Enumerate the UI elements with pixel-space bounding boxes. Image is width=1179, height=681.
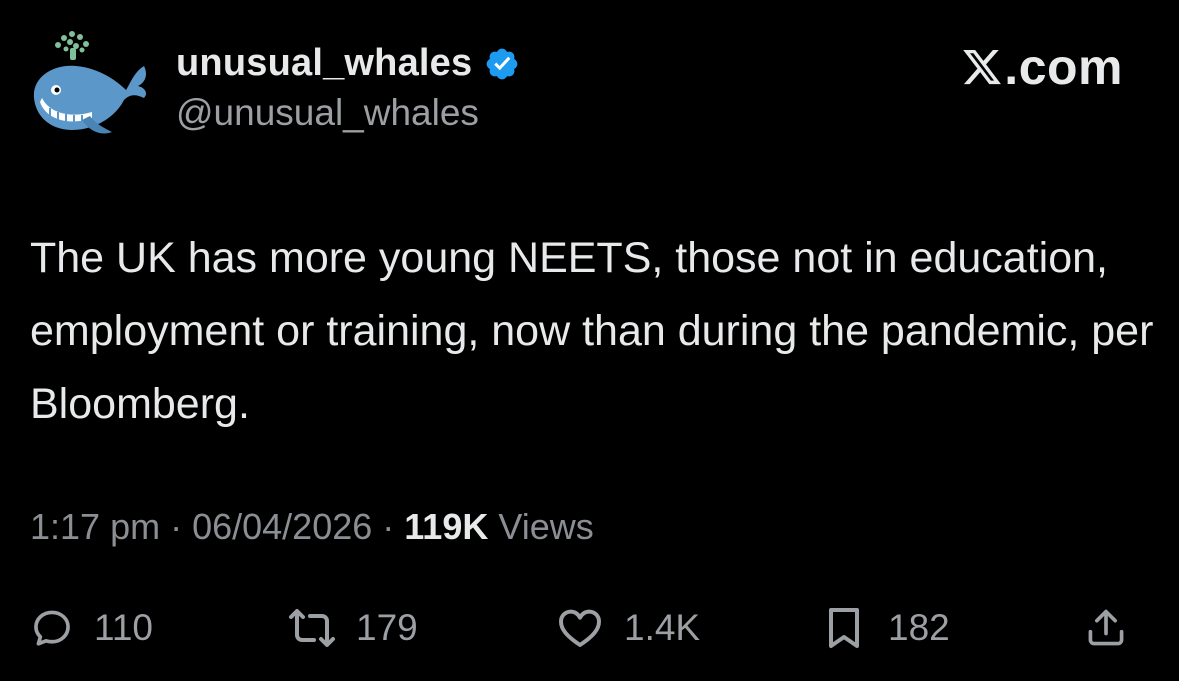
like-count: 1.4K [624,607,701,648]
handle[interactable]: @unusual_whales [176,92,520,134]
tweet-meta: 1:17 pm · 06/04/2026 · 119K Views [30,506,594,548]
verified-badge-icon [486,48,518,80]
bookmark-count: 182 [888,607,950,648]
author-block: unusual_whales @unusual_whales [176,40,520,134]
tweet-text: The UK has more young NEETS, those not i… [30,234,1154,428]
retweet-count: 179 [356,607,418,648]
reply-count: 110 [94,607,153,648]
display-name[interactable]: unusual_whales [176,42,472,85]
views-count: 119K [404,506,489,547]
meta-separator: · [372,506,405,547]
heart-icon [559,609,601,647]
spout [55,31,89,60]
brand: .com [961,38,1123,96]
avatar[interactable] [26,28,150,140]
retweet-button[interactable]: 179 [288,600,418,656]
share-button[interactable] [1084,600,1128,656]
share-icon [1088,609,1124,646]
name-row: unusual_whales [176,40,520,86]
tweet-date[interactable]: 06/04/2026 [192,506,372,547]
reply-icon [34,610,70,646]
bookmark-icon [829,608,859,648]
action-bar: 110 179 1.4K 182 [30,600,1150,656]
bookmark-button[interactable]: 182 [820,600,950,656]
x-logo-icon [963,49,1002,85]
views-label: Views [488,506,594,547]
retweet-icon [289,609,335,647]
like-button[interactable]: 1.4K [556,600,700,656]
whale-icon [33,31,147,134]
brand-domain: .com [1004,39,1123,95]
tweet-time[interactable]: 1:17 pm [30,506,160,547]
meta-separator: · [160,506,193,547]
reply-button[interactable]: 110 [30,600,153,656]
